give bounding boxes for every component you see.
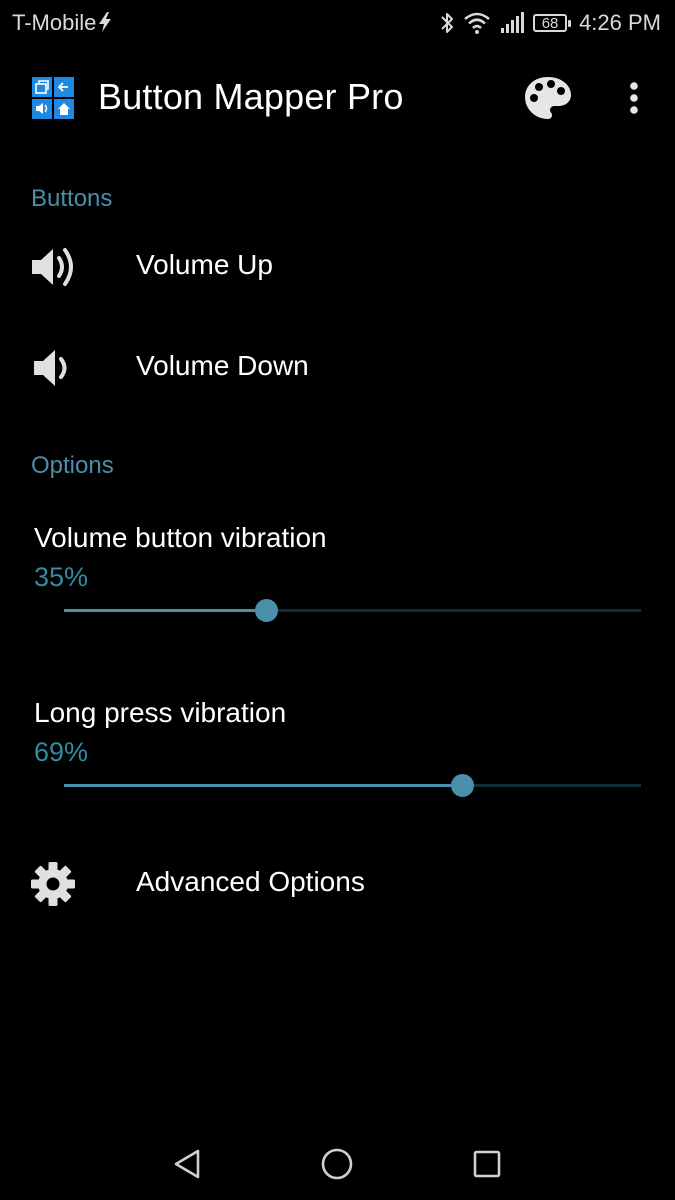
- app-logo-icon: [32, 77, 74, 119]
- slider-value: 69%: [34, 737, 89, 767]
- volume-up-label: Volume Up: [136, 249, 273, 280]
- advanced-options-label: Advanced Options: [136, 866, 365, 897]
- battery-icon: 68: [533, 14, 572, 32]
- slider-value: 35%: [34, 562, 89, 592]
- slider-title: Volume button vibration: [34, 522, 327, 553]
- slider-thumb[interactable]: [254, 599, 278, 622]
- back-icon[interactable]: [168, 1144, 208, 1184]
- list-item-volume-up[interactable]: Volume Up: [0, 219, 675, 315]
- app-title: Button Mapper Pro: [98, 76, 404, 117]
- volume-down-label: Volume Down: [136, 350, 309, 381]
- slider-thumb[interactable]: [451, 774, 475, 797]
- clock: 4:26 PM: [579, 10, 661, 35]
- long-press-vibration-pref: Long press vibration 69%: [0, 697, 675, 827]
- recents-icon[interactable]: [467, 1144, 507, 1184]
- section-header-options: Options: [31, 452, 114, 479]
- volume-up-icon: [32, 248, 73, 286]
- status-icons: 68 4:26 PM: [439, 8, 661, 38]
- list-item-volume-down[interactable]: Volume Down: [0, 320, 675, 416]
- long-press-vibration-slider[interactable]: [64, 774, 641, 797]
- carrier-name: T-Mobile: [12, 10, 97, 35]
- wifi-icon: [464, 12, 490, 34]
- lightning-bolt-icon: [99, 12, 111, 32]
- signal-icon: [501, 12, 525, 33]
- slider-fill: [64, 784, 463, 787]
- more-vert-icon[interactable]: [620, 80, 648, 120]
- battery-level: 68: [541, 14, 559, 32]
- volume-button-vibration-slider[interactable]: [64, 599, 641, 622]
- bluetooth-icon: [441, 13, 454, 33]
- section-header-buttons: Buttons: [31, 185, 113, 212]
- gear-icon: [31, 862, 75, 906]
- navigation-bar: [0, 1128, 675, 1200]
- app-bar: Button Mapper Pro: [0, 46, 675, 154]
- volume-down-icon: [34, 350, 67, 386]
- status-bar: T-Mobile 68 4:26 PM: [0, 0, 675, 46]
- list-item-advanced-options[interactable]: Advanced Options: [0, 836, 675, 932]
- home-icon[interactable]: [317, 1144, 357, 1184]
- slider-fill: [64, 609, 266, 612]
- palette-icon[interactable]: [522, 74, 574, 122]
- slider-title: Long press vibration: [34, 697, 287, 728]
- volume-button-vibration-pref: Volume button vibration 35%: [0, 522, 675, 652]
